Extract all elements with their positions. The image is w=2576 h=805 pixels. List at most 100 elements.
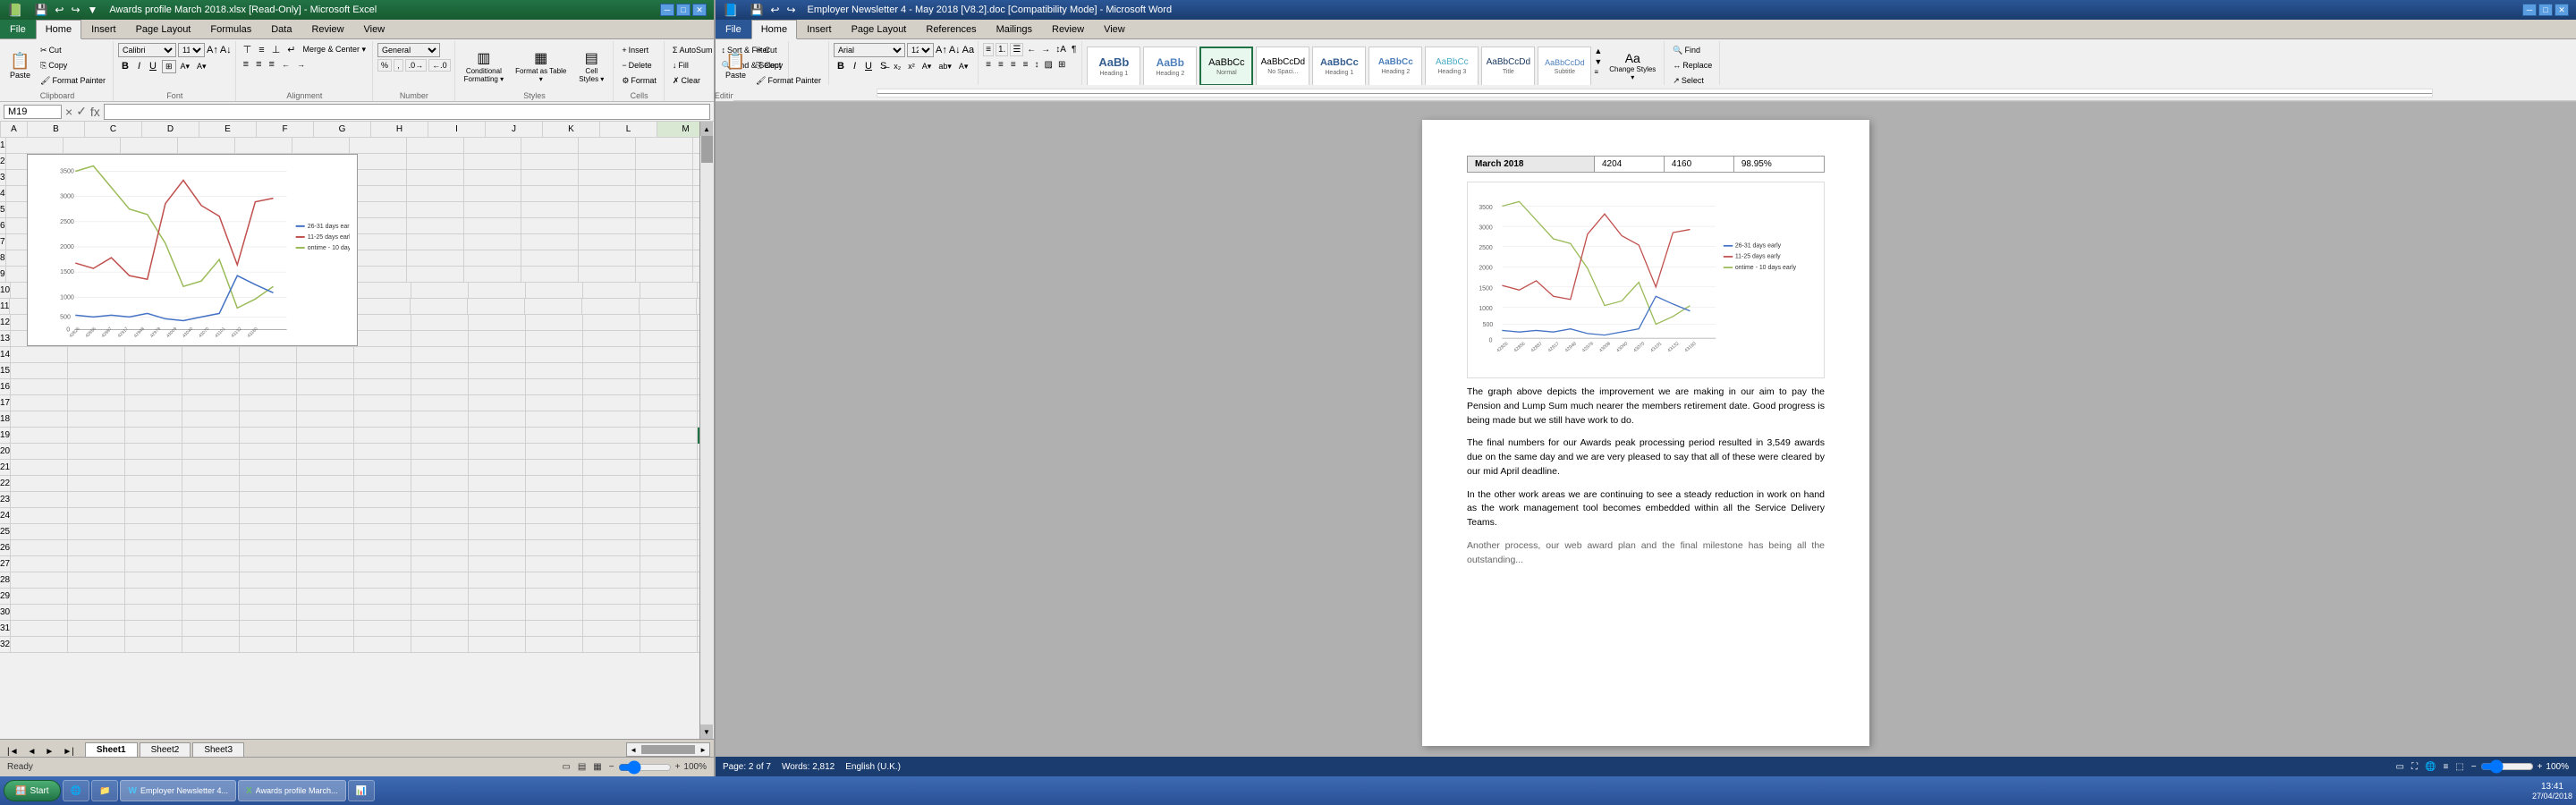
- grid-cell[interactable]: [292, 138, 350, 154]
- grid-cell[interactable]: [636, 218, 693, 234]
- excel-clear-btn[interactable]: ✗ Clear: [669, 73, 716, 88]
- word-layout-draft-btn[interactable]: ⬚: [2455, 762, 2463, 772]
- grid-cell[interactable]: [583, 315, 640, 331]
- word-text-effects-btn[interactable]: A▾: [919, 61, 935, 72]
- grid-cell[interactable]: [354, 605, 411, 621]
- word-borders-btn[interactable]: ⊞: [1056, 59, 1067, 71]
- excel-zoom-slider[interactable]: [618, 760, 672, 775]
- sheet-tab-first-btn[interactable]: |◄: [4, 747, 22, 757]
- grid-cell[interactable]: [583, 556, 640, 572]
- grid-cell[interactable]: [240, 524, 297, 540]
- row-header-31[interactable]: 31: [0, 621, 11, 637]
- grid-cell[interactable]: [182, 347, 240, 363]
- grid-cell[interactable]: [354, 556, 411, 572]
- grid-cell[interactable]: [640, 460, 698, 476]
- word-tab-page-layout[interactable]: Page Layout: [842, 20, 917, 38]
- grid-cell[interactable]: [640, 411, 698, 428]
- grid-cell[interactable]: [182, 572, 240, 589]
- excel-font-shrink-btn[interactable]: A↓: [220, 45, 232, 55]
- word-increase-indent-btn[interactable]: →: [1039, 44, 1052, 55]
- excel-comma-btn[interactable]: ,: [394, 59, 403, 72]
- excel-align-bottom-btn[interactable]: ⊥: [269, 43, 284, 56]
- word-superscript-btn[interactable]: x²: [905, 61, 918, 72]
- excel-border-btn[interactable]: ⊞: [162, 60, 176, 73]
- excel-cut-btn[interactable]: ✂ Cut: [37, 43, 109, 57]
- grid-cell[interactable]: [297, 395, 354, 411]
- col-header-a[interactable]: A: [1, 122, 28, 138]
- grid-cell[interactable]: [583, 589, 640, 605]
- grid-cell[interactable]: [125, 379, 182, 395]
- grid-cell[interactable]: [469, 428, 526, 444]
- grid-cell[interactable]: [240, 589, 297, 605]
- excel-delete-btn[interactable]: − Delete: [618, 58, 660, 72]
- excel-redo-btn[interactable]: ↪: [68, 3, 82, 17]
- grid-cell[interactable]: [579, 267, 636, 283]
- grid-cell[interactable]: [583, 621, 640, 637]
- word-multilevel-btn[interactable]: ☰: [1010, 43, 1023, 56]
- excel-tab-view[interactable]: View: [354, 20, 395, 38]
- grid-cell[interactable]: [411, 572, 469, 589]
- grid-cell[interactable]: [68, 460, 125, 476]
- grid-cell[interactable]: [583, 379, 640, 395]
- grid-cell[interactable]: [240, 556, 297, 572]
- grid-cell[interactable]: [693, 267, 699, 283]
- grid-cell[interactable]: [526, 347, 583, 363]
- word-style-no-spacing-btn[interactable]: AaBbCcDd No Spaci...: [1256, 47, 1309, 86]
- grid-cell[interactable]: [464, 250, 521, 267]
- grid-cell[interactable]: [297, 637, 354, 653]
- col-header-g[interactable]: G: [314, 122, 371, 138]
- grid-cell[interactable]: [240, 621, 297, 637]
- grid-cell[interactable]: [68, 605, 125, 621]
- grid-cell[interactable]: [636, 234, 693, 250]
- grid-cell[interactable]: [526, 621, 583, 637]
- grid-cell[interactable]: [636, 267, 693, 283]
- excel-layout-page-btn[interactable]: ▤: [578, 762, 586, 772]
- excel-tab-formulas[interactable]: Formulas: [200, 20, 261, 38]
- excel-tab-page-layout[interactable]: Page Layout: [126, 20, 201, 38]
- grid-cell[interactable]: [411, 492, 469, 508]
- row-header-20[interactable]: 20: [0, 444, 11, 460]
- grid-cell[interactable]: [297, 556, 354, 572]
- grid-cell[interactable]: [526, 540, 583, 556]
- grid-cell[interactable]: [583, 605, 640, 621]
- word-strikethrough-btn[interactable]: S̶: [877, 60, 889, 72]
- grid-cell[interactable]: [640, 556, 698, 572]
- grid-cell[interactable]: [182, 540, 240, 556]
- grid-cell[interactable]: [583, 540, 640, 556]
- grid-cell[interactable]: [350, 250, 407, 267]
- grid-cell[interactable]: [698, 347, 699, 363]
- grid-cell[interactable]: [354, 572, 411, 589]
- excel-zoom-out-btn[interactable]: −: [609, 762, 614, 772]
- excel-decimal-increase-btn[interactable]: .0→: [405, 59, 428, 72]
- grid-cell[interactable]: [354, 411, 411, 428]
- sheet-tab-prev-btn[interactable]: ◄: [24, 747, 40, 757]
- grid-cell[interactable]: [68, 395, 125, 411]
- row-header-22[interactable]: 22: [0, 476, 11, 492]
- grid-cell[interactable]: [125, 444, 182, 460]
- grid-cell[interactable]: [11, 460, 68, 476]
- grid-cell[interactable]: [411, 524, 469, 540]
- grid-cell[interactable]: [354, 637, 411, 653]
- grid-cell[interactable]: [411, 347, 469, 363]
- grid-cell[interactable]: [583, 283, 640, 299]
- grid-cell[interactable]: [411, 331, 469, 347]
- scroll-up-btn[interactable]: ▲: [700, 122, 713, 136]
- grid-cell[interactable]: [521, 202, 579, 218]
- grid-cell[interactable]: [297, 572, 354, 589]
- excel-bold-btn[interactable]: B: [118, 59, 132, 73]
- scroll-track[interactable]: [700, 136, 714, 724]
- grid-cell[interactable]: [693, 234, 699, 250]
- word-bold-btn[interactable]: B: [834, 59, 848, 73]
- grid-cell[interactable]: [354, 444, 411, 460]
- grid-cell[interactable]: [11, 589, 68, 605]
- excel-decimal-decrease-btn[interactable]: ←.0: [428, 59, 451, 72]
- grid-cell[interactable]: [469, 347, 526, 363]
- grid-cell[interactable]: [469, 315, 526, 331]
- grid-cell[interactable]: [411, 605, 469, 621]
- grid-cell[interactable]: [469, 395, 526, 411]
- grid-cell[interactable]: [640, 605, 698, 621]
- grid-cell[interactable]: [640, 444, 698, 460]
- word-style-h1-btn[interactable]: AaBbCc Heading 1: [1312, 47, 1366, 86]
- grid-cell[interactable]: [125, 589, 182, 605]
- grid-cell[interactable]: [11, 444, 68, 460]
